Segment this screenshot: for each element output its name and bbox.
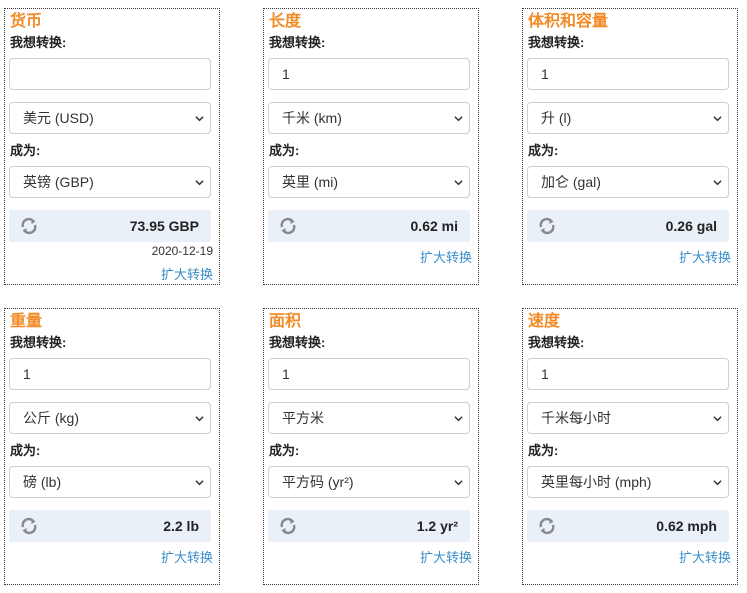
result-value: 73.95 GBP xyxy=(129,218,199,234)
expand-conversion-link[interactable]: 扩大转换 xyxy=(161,550,213,566)
refresh-icon[interactable] xyxy=(278,216,298,236)
from-label: 我想转换: xyxy=(269,35,326,50)
from-unit-value: 平方米 xyxy=(282,410,324,426)
from-unit-value: 千米 (km) xyxy=(282,110,342,126)
from-unit-select[interactable]: 平方米 xyxy=(268,402,470,434)
from-unit-select[interactable]: 升 (l) xyxy=(527,102,729,134)
from-label: 我想转换: xyxy=(528,335,585,350)
card-title: 长度 xyxy=(269,13,302,30)
from-label: 我想转换: xyxy=(528,35,585,50)
from-unit-value: 千米每小时 xyxy=(541,410,611,426)
chevron-down-icon xyxy=(713,180,722,186)
card-title: 货币 xyxy=(10,13,43,30)
to-unit-select[interactable]: 英镑 (GBP) xyxy=(9,166,211,198)
chevron-down-icon xyxy=(713,116,722,122)
from-unit-value: 公斤 (kg) xyxy=(23,410,79,426)
result-value: 0.26 gal xyxy=(665,218,717,234)
amount-input[interactable] xyxy=(527,358,729,390)
result-value: 1.2 yr² xyxy=(416,518,458,534)
chevron-down-icon xyxy=(195,116,204,122)
amount-input[interactable] xyxy=(9,58,211,90)
amount-input[interactable] xyxy=(268,358,470,390)
to-unit-value: 英镑 (GBP) xyxy=(23,174,94,190)
expand-conversion-link[interactable]: 扩大转换 xyxy=(679,250,731,266)
refresh-icon[interactable] xyxy=(19,216,39,236)
chevron-down-icon xyxy=(195,180,204,186)
card-title: 重量 xyxy=(10,313,43,330)
card-title: 速度 xyxy=(528,313,561,330)
from-unit-select[interactable]: 千米每小时 xyxy=(527,402,729,434)
refresh-icon[interactable] xyxy=(278,516,298,536)
expand-conversion-link[interactable]: 扩大转换 xyxy=(161,267,213,283)
rate-date: 2020-12-19 xyxy=(151,244,213,258)
result-box: 0.62 mi xyxy=(268,210,470,242)
to-label: 成为: xyxy=(10,443,41,458)
to-unit-select[interactable]: 英里每小时 (mph) xyxy=(527,466,729,498)
from-unit-select[interactable]: 千米 (km) xyxy=(268,102,470,134)
card-length: 长度 我想转换: 千米 (km) 成为: 英里 (mi) 0.62 mi 扩大转… xyxy=(263,8,479,285)
to-label: 成为: xyxy=(269,143,300,158)
refresh-icon[interactable] xyxy=(537,216,557,236)
chevron-down-icon xyxy=(454,480,463,486)
to-unit-value: 英里每小时 (mph) xyxy=(541,474,652,490)
chevron-down-icon xyxy=(195,480,204,486)
to-label: 成为: xyxy=(528,443,559,458)
to-unit-select[interactable]: 磅 (lb) xyxy=(9,466,211,498)
card-area: 面积 我想转换: 平方米 成为: 平方码 (yr²) 1.2 yr² 扩大转换 xyxy=(263,308,479,585)
to-unit-value: 磅 (lb) xyxy=(23,474,62,490)
from-unit-value: 升 (l) xyxy=(541,110,572,126)
chevron-down-icon xyxy=(454,116,463,122)
card-title: 面积 xyxy=(269,313,302,330)
from-label: 我想转换: xyxy=(10,35,67,50)
amount-input[interactable] xyxy=(268,58,470,90)
from-label: 我想转换: xyxy=(269,335,326,350)
result-value: 0.62 mph xyxy=(656,518,717,534)
to-unit-select[interactable]: 英里 (mi) xyxy=(268,166,470,198)
to-unit-select[interactable]: 加仑 (gal) xyxy=(527,166,729,198)
to-label: 成为: xyxy=(10,143,41,158)
from-label: 我想转换: xyxy=(10,335,67,350)
chevron-down-icon xyxy=(454,180,463,186)
from-unit-select[interactable]: 美元 (USD) xyxy=(9,102,211,134)
to-label: 成为: xyxy=(528,143,559,158)
from-unit-select[interactable]: 公斤 (kg) xyxy=(9,402,211,434)
result-box: 2.2 lb xyxy=(9,510,211,542)
expand-conversion-link[interactable]: 扩大转换 xyxy=(420,550,472,566)
chevron-down-icon xyxy=(195,416,204,422)
expand-conversion-link[interactable]: 扩大转换 xyxy=(679,550,731,566)
amount-input[interactable] xyxy=(527,58,729,90)
chevron-down-icon xyxy=(454,416,463,422)
amount-input[interactable] xyxy=(9,358,211,390)
card-speed: 速度 我想转换: 千米每小时 成为: 英里每小时 (mph) 0.62 mph … xyxy=(522,308,738,585)
result-value: 0.62 mi xyxy=(410,218,458,234)
to-unit-select[interactable]: 平方码 (yr²) xyxy=(268,466,470,498)
expand-conversion-link[interactable]: 扩大转换 xyxy=(420,250,472,266)
card-weight: 重量 我想转换: 公斤 (kg) 成为: 磅 (lb) 2.2 lb 扩大转换 xyxy=(4,308,220,585)
result-box: 73.95 GBP xyxy=(9,210,211,242)
result-box: 0.26 gal xyxy=(527,210,729,242)
chevron-down-icon xyxy=(713,416,722,422)
result-value: 2.2 lb xyxy=(163,518,199,534)
card-volume: 体积和容量 我想转换: 升 (l) 成为: 加仑 (gal) 0.26 gal … xyxy=(522,8,738,285)
to-unit-value: 加仑 (gal) xyxy=(541,174,601,190)
card-currency: 货币 我想转换: 美元 (USD) 成为: 英镑 (GBP) 73.95 GBP… xyxy=(4,8,220,285)
refresh-icon[interactable] xyxy=(537,516,557,536)
to-unit-value: 平方码 (yr²) xyxy=(282,474,354,490)
refresh-icon[interactable] xyxy=(19,516,39,536)
chevron-down-icon xyxy=(713,480,722,486)
card-title: 体积和容量 xyxy=(528,13,609,30)
to-label: 成为: xyxy=(269,443,300,458)
from-unit-value: 美元 (USD) xyxy=(23,110,94,126)
result-box: 0.62 mph xyxy=(527,510,729,542)
result-box: 1.2 yr² xyxy=(268,510,470,542)
to-unit-value: 英里 (mi) xyxy=(282,174,338,190)
